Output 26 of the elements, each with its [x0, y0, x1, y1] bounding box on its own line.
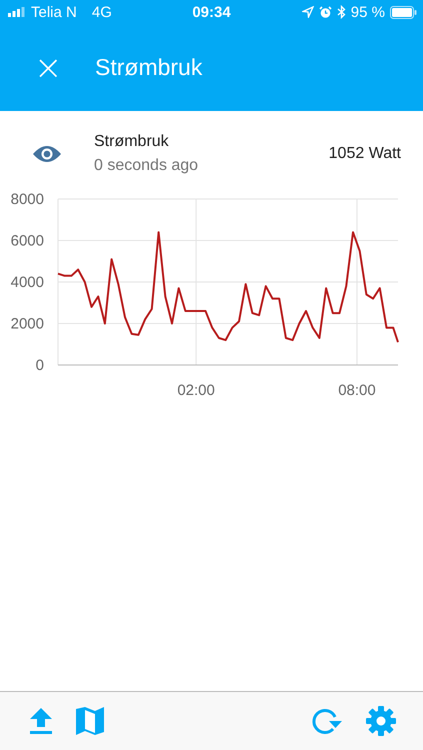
upload-icon[interactable]	[29, 707, 53, 735]
clock-time: 09:34	[191, 4, 232, 20]
y-axis-label: 0	[36, 357, 44, 374]
battery-percent: 95 %	[350, 4, 385, 20]
signal-icon	[8, 7, 26, 17]
network-type: 4G	[92, 4, 112, 20]
battery-icon	[390, 6, 417, 18]
x-axis-label: 02:00	[177, 382, 215, 399]
y-axis-label: 6000	[10, 232, 44, 250]
x-axis-label: 08:00	[338, 382, 376, 399]
eye-icon	[32, 144, 62, 164]
bluetooth-icon	[336, 5, 346, 19]
settings-icon[interactable]	[365, 705, 397, 737]
close-button[interactable]: ×	[34, 50, 62, 84]
refresh-icon[interactable]	[311, 707, 343, 735]
last-updated: 0 seconds ago	[94, 157, 200, 175]
entity-name: Strømbruk	[94, 133, 170, 151]
y-axis-label: 8000	[10, 191, 44, 208]
location-icon	[302, 6, 314, 18]
entity-state: 1052 Watt	[328, 145, 401, 163]
alarm-icon	[318, 6, 332, 18]
y-axis-label: 2000	[10, 316, 44, 332]
map-icon[interactable]	[75, 706, 105, 736]
carrier-name: Telia N	[31, 4, 77, 20]
y-axis-label: 4000	[10, 274, 44, 291]
dialog-title: Strømbruk	[95, 54, 202, 81]
